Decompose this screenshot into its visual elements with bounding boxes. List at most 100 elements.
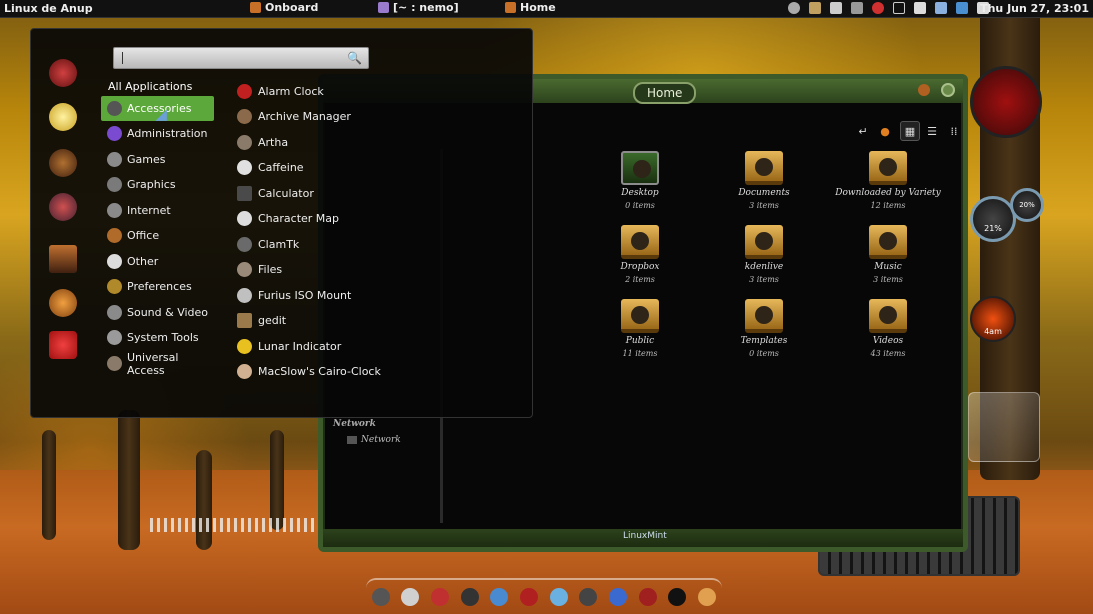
clock[interactable]: Thu Jun 27, 23:01 (980, 2, 1089, 15)
file-item[interactable]: Dropbox 2 items (585, 225, 695, 284)
dock-app-icon[interactable] (579, 588, 598, 606)
file-item[interactable]: Documents 3 items (709, 151, 819, 210)
category-internet[interactable]: Internet (101, 198, 214, 223)
app-clamtk[interactable]: ClamTk (237, 232, 299, 257)
star-icon[interactable] (49, 103, 77, 131)
artha-icon (237, 135, 252, 150)
category-administration[interactable]: Administration (101, 121, 214, 146)
category-universal-access[interactable]: Universal Access (101, 351, 214, 377)
file-count: 12 items (870, 201, 906, 210)
app-furius-iso-mount[interactable]: Furius ISO Mount (237, 283, 351, 308)
all-applications-label[interactable]: All Applications (108, 80, 192, 93)
update-icon[interactable] (788, 2, 800, 14)
file-item[interactable]: Templates 0 items (709, 299, 819, 358)
dock-app-icon[interactable] (431, 588, 450, 606)
task-home[interactable]: Home (505, 1, 556, 14)
category-games[interactable]: Games (101, 147, 214, 172)
app-label: MacSlow's Cairo-Clock (258, 365, 381, 378)
panel-brand[interactable]: Linux de Anup (4, 2, 93, 15)
clock-widget-icon[interactable] (970, 66, 1042, 138)
keyboard-icon[interactable] (851, 2, 863, 14)
close-icon[interactable] (941, 83, 955, 97)
dock-app-icon[interactable] (490, 588, 509, 606)
task-onboard[interactable]: Onboard (250, 1, 318, 14)
dropbox-icon[interactable] (956, 2, 968, 14)
category-office[interactable]: Office (101, 223, 214, 248)
app-calculator[interactable]: Calculator (237, 181, 314, 206)
power-indicator-icon[interactable] (914, 2, 926, 14)
terminal-icon (378, 2, 389, 13)
skull-icon (918, 84, 930, 96)
shield-icon[interactable] (830, 2, 842, 14)
alarm-icon[interactable] (872, 2, 884, 14)
dock-app-icon[interactable] (638, 588, 657, 606)
app-label: Archive Manager (258, 110, 351, 123)
dock-app-icon[interactable] (549, 588, 568, 606)
text-cursor (122, 52, 123, 64)
lion-icon[interactable] (49, 149, 77, 177)
task-label: Onboard (265, 1, 319, 14)
app-cairo-clock[interactable]: MacSlow's Cairo-Clock (237, 359, 381, 384)
dock-app-icon[interactable] (609, 588, 628, 606)
app-archive-manager[interactable]: Archive Manager (237, 104, 351, 129)
sidebar-item-network[interactable]: Network (347, 435, 401, 445)
dock-app-icon[interactable] (371, 588, 390, 606)
app-files[interactable]: Files (237, 257, 282, 282)
fence (150, 518, 320, 532)
app-label: Character Map (258, 212, 340, 225)
category-label: Accessories (127, 102, 192, 115)
file-item[interactable]: kdenlive 3 items (709, 225, 819, 284)
terminal-icon[interactable] (49, 245, 77, 273)
power-icon[interactable] (49, 331, 77, 359)
file-count: 3 items (873, 275, 903, 284)
search-input[interactable]: 🔍 (113, 47, 369, 69)
icon-view-button[interactable]: ▦ (900, 121, 920, 141)
task-terminal[interactable]: [~ : nemo] (378, 1, 459, 14)
window-icon[interactable] (893, 2, 905, 14)
user-avatar-icon[interactable] (49, 59, 77, 87)
file-count: 0 items (625, 201, 655, 210)
settings-icon[interactable] (49, 289, 77, 317)
file-item[interactable]: Desktop 0 items (585, 151, 695, 210)
notes-icon[interactable] (809, 2, 821, 14)
bolt-icon[interactable] (935, 2, 947, 14)
documents-folder-icon (745, 151, 783, 185)
administration-icon (107, 126, 122, 141)
category-preferences[interactable]: Preferences (101, 274, 214, 299)
file-item[interactable]: Music 3 items (833, 225, 943, 284)
character-icon[interactable] (49, 193, 77, 221)
office-icon (107, 228, 122, 243)
app-alarm-clock[interactable]: Alarm Clock (237, 79, 324, 104)
category-sound-video[interactable]: Sound & Video (101, 300, 214, 325)
app-character-map[interactable]: Character Map (237, 206, 339, 231)
file-name: Documents (738, 188, 790, 198)
app-gedit[interactable]: gedit (237, 308, 286, 333)
category-label: Office (127, 229, 160, 242)
dock-app-icon[interactable] (401, 588, 420, 606)
file-item[interactable]: Videos 43 items (833, 299, 943, 358)
category-graphics[interactable]: Graphics (101, 172, 214, 197)
file-item[interactable]: Public 11 items (585, 299, 695, 358)
dock-app-icon[interactable] (520, 588, 539, 606)
file-count: 43 items (870, 349, 906, 358)
app-lunar-indicator[interactable]: Lunar Indicator (237, 334, 341, 359)
list-view-button[interactable]: ☰ (922, 121, 942, 141)
category-system-tools[interactable]: System Tools (101, 325, 214, 350)
app-artha[interactable]: Artha (237, 130, 288, 155)
banjo-widget-icon[interactable] (968, 392, 1040, 462)
file-item[interactable]: Downloaded by Variety 12 items (833, 151, 943, 210)
compact-view-button[interactable]: ⁞⁞ (944, 121, 964, 141)
path-toggle-icon[interactable]: ↵ (853, 121, 873, 141)
file-name: kdenlive (744, 262, 784, 272)
calculator-icon (237, 186, 252, 201)
search-icon[interactable]: ● (875, 121, 895, 141)
network-icon (347, 436, 357, 444)
dock-app-icon[interactable] (460, 588, 479, 606)
app-caffeine[interactable]: Caffeine (237, 155, 304, 180)
dock-app-icon[interactable] (698, 588, 717, 606)
search-icon[interactable]: 🔍 (347, 51, 362, 65)
sound-video-icon (107, 305, 122, 320)
category-other[interactable]: Other (101, 249, 214, 274)
dock-app-icon[interactable] (668, 588, 687, 606)
cpu-gauge-value: 21% (984, 224, 1002, 233)
